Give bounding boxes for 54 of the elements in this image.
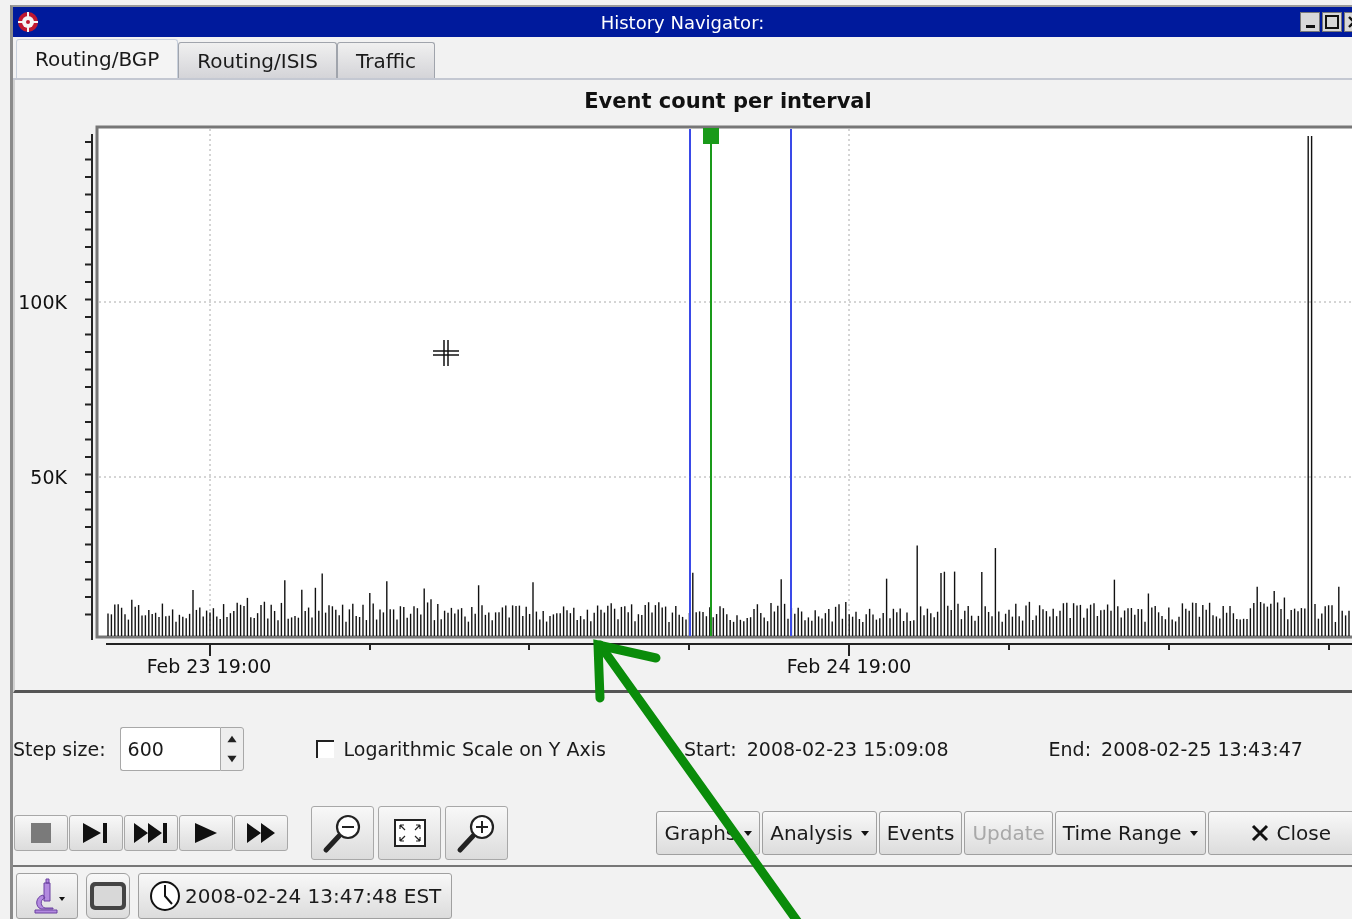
toolbar-button[interactable]: Events bbox=[878, 811, 963, 855]
caret-icon bbox=[860, 830, 869, 836]
fit-to-window-icon bbox=[393, 819, 426, 847]
start-label: Start: bbox=[683, 738, 737, 760]
checkbox-label: Logarithmic Scale on Y Axis bbox=[343, 738, 606, 760]
close-icon bbox=[1250, 824, 1269, 842]
fit-button[interactable] bbox=[378, 806, 441, 860]
skip-button[interactable] bbox=[124, 815, 178, 851]
axis-label: Feb 24 19:00 bbox=[786, 655, 912, 677]
caret-icon bbox=[744, 830, 753, 836]
compass-logo-icon bbox=[16, 10, 40, 34]
tab[interactable]: Routing/BGP bbox=[16, 39, 179, 78]
crosshair-cursor-icon bbox=[432, 339, 460, 367]
screen-button[interactable] bbox=[86, 873, 130, 919]
tab[interactable]: Traffic bbox=[336, 42, 436, 78]
stop-button[interactable] bbox=[14, 815, 68, 851]
step-size-label: Step size: bbox=[13, 738, 106, 760]
skip-forward-icon bbox=[134, 823, 168, 843]
window-title: History Navigator: bbox=[600, 11, 765, 33]
minimize-button[interactable] bbox=[1300, 12, 1320, 32]
zoom-out-button[interactable] bbox=[311, 806, 374, 860]
end-value: 2008-02-25 13:43:47 bbox=[1101, 738, 1303, 760]
microscope-button[interactable] bbox=[16, 873, 78, 919]
fast-forward-icon bbox=[247, 823, 275, 843]
play-icon bbox=[195, 823, 217, 843]
step-size-field[interactable]: 600 bbox=[119, 727, 220, 771]
time-cursor-marker[interactable] bbox=[703, 128, 719, 637]
fast-button[interactable] bbox=[234, 815, 288, 851]
clock-icon bbox=[149, 880, 181, 912]
play-button[interactable] bbox=[179, 815, 233, 851]
toolbar-button[interactable]: Analysis bbox=[762, 811, 877, 855]
spinner-arrows[interactable] bbox=[219, 727, 244, 771]
screen-icon bbox=[89, 881, 127, 911]
minimize-icon bbox=[1305, 25, 1315, 28]
caret-icon bbox=[1189, 830, 1198, 836]
maximize-button[interactable] bbox=[1322, 12, 1342, 32]
close-button[interactable]: Close bbox=[1207, 811, 1352, 855]
zoom-in-button[interactable] bbox=[445, 806, 508, 860]
tab[interactable]: Routing/ISIS bbox=[178, 42, 337, 78]
toolbar-button[interactable]: Time Range bbox=[1054, 811, 1206, 855]
range-marker-line[interactable] bbox=[790, 128, 792, 637]
log-scale-checkbox[interactable] bbox=[315, 740, 334, 758]
range-marker-line[interactable] bbox=[689, 128, 691, 637]
step-forward-icon bbox=[83, 823, 109, 843]
stop-icon bbox=[31, 823, 51, 843]
axis-label: 100K bbox=[18, 291, 67, 313]
maximize-icon bbox=[1325, 15, 1339, 29]
start-value: 2008-02-23 15:09:08 bbox=[746, 738, 949, 760]
chart-title: Event count per interval bbox=[584, 89, 872, 113]
axis-label: 50K bbox=[30, 466, 67, 488]
step-button[interactable] bbox=[69, 815, 123, 851]
axis-label: Feb 23 19:00 bbox=[146, 655, 272, 677]
end-label: End: bbox=[1048, 738, 1092, 760]
timestamp-button[interactable]: 2008-02-24 13:47:48 EST bbox=[138, 873, 453, 919]
